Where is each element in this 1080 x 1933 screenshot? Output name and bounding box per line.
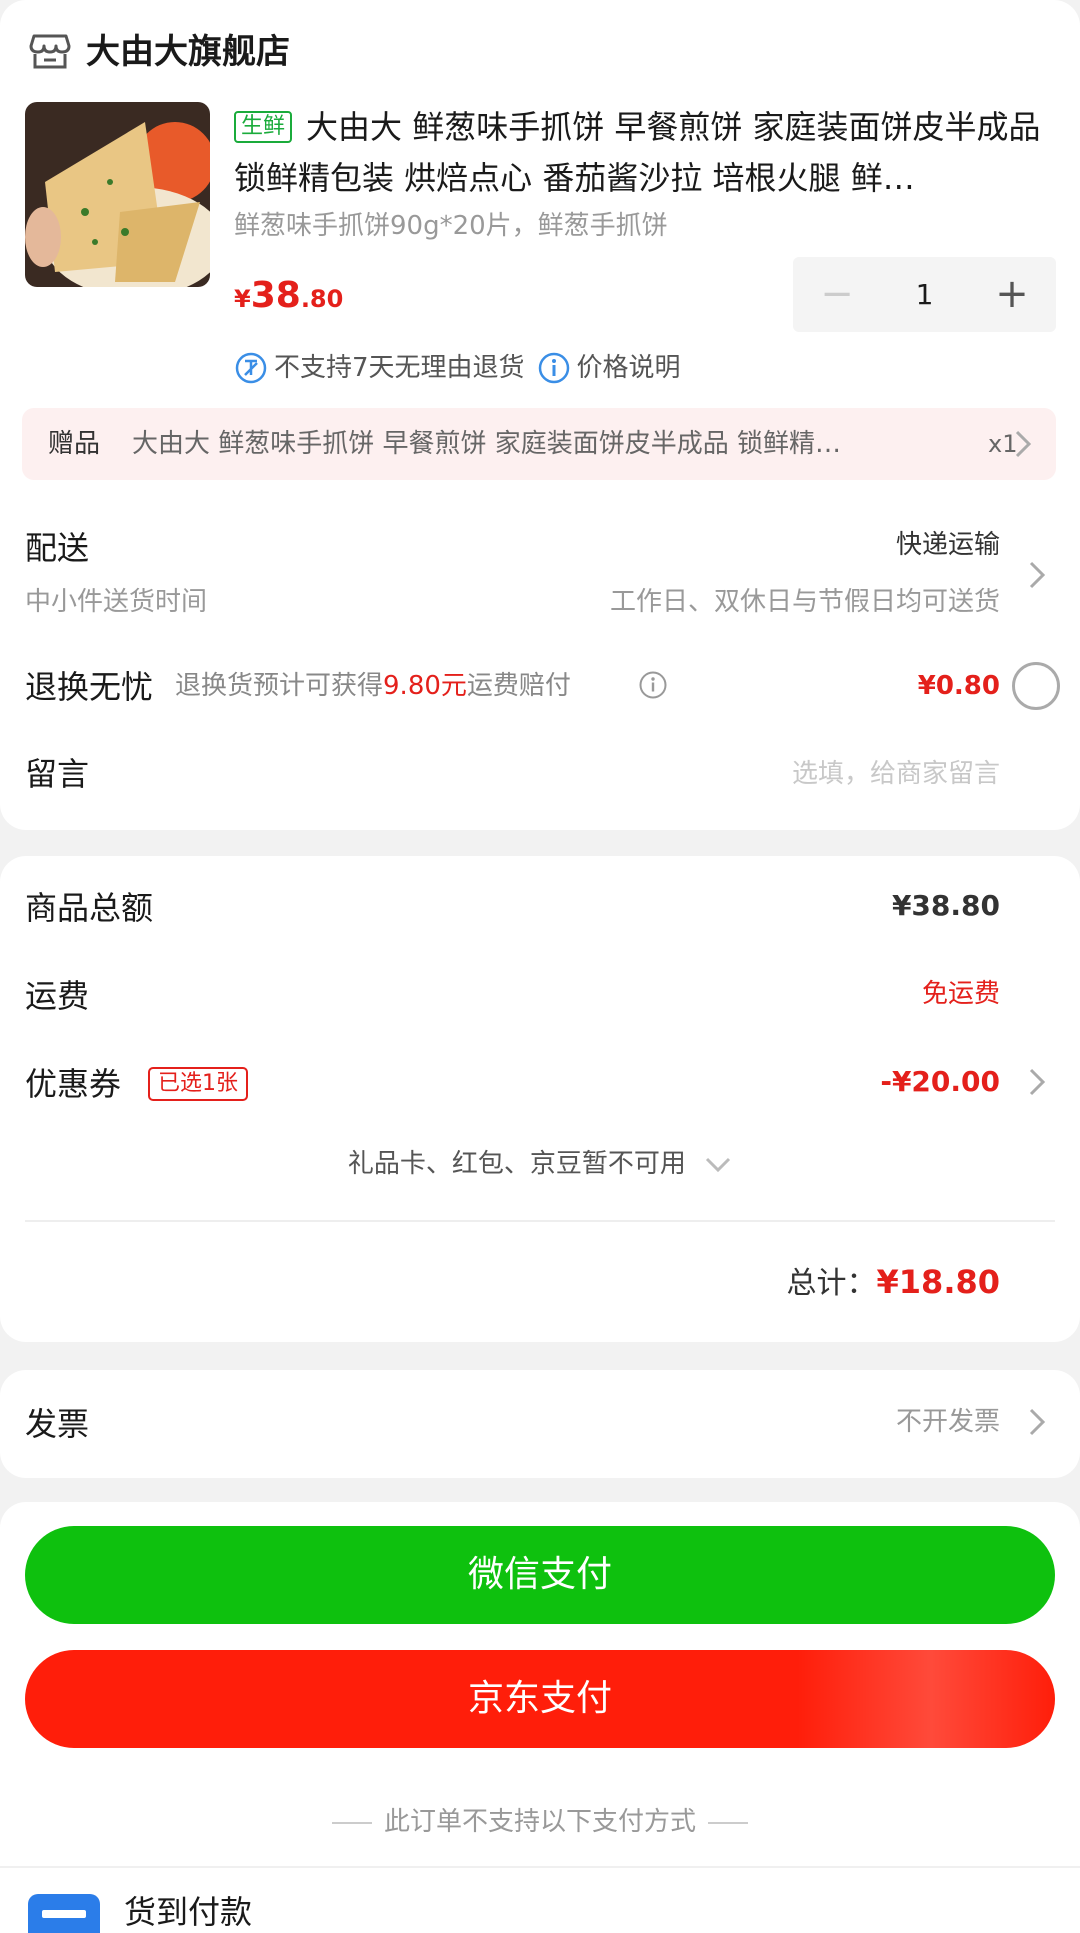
no-return-icon [235, 352, 267, 384]
return-desc-suffix: 运费赔付 [466, 671, 571, 701]
product-price: ¥38.80 [234, 272, 343, 326]
fresh-tag: 生鲜 [234, 111, 293, 143]
goods-total-value: ¥38.80 [891, 889, 1000, 922]
price-integer: 38 [250, 275, 301, 316]
divider [25, 1220, 1055, 1222]
quantity-stepper: − 1 + [793, 257, 1056, 332]
product-title[interactable]: 生鲜 大由大 鲜葱味手抓饼 早餐煎饼 家庭装面饼皮半成品 锁鲜精包装 烘焙点心 番… [234, 102, 1044, 204]
goods-total-label: 商品总额 [25, 889, 154, 927]
order-item-card: 大由大旗舰店 生鲜 大由大 鲜葱味手抓饼 早餐煎饼 家庭装面饼皮半成品 锁鲜精包装… [0, 0, 1080, 830]
total-value: ¥18.80 [876, 1263, 1000, 1301]
cash-on-delivery-label[interactable]: 货到付款 [124, 1890, 252, 1933]
unsupported-note-text: 此订单不支持以下支付方式 [383, 1807, 696, 1837]
product-title-text: 大由大 鲜葱味手抓饼 早餐煎饼 家庭装面饼皮半成品 锁鲜精包装 烘焙点心 番茄酱… [234, 108, 1041, 197]
chevron-right-icon[interactable] [1028, 1067, 1046, 1097]
product-thumbnail[interactable] [25, 102, 210, 287]
invoice-card[interactable]: 发票 不开发票 [0, 1370, 1080, 1478]
delivery-time[interactable]: 工作日、双休日与节假日均可送货 [610, 584, 1000, 620]
shipping-label: 运费 [25, 977, 90, 1015]
unavailable-toggle[interactable]: 礼品卡、红包、京豆暂不可用 [0, 1146, 1080, 1182]
gift-label: 赠品 [48, 429, 101, 459]
delivery-label: 配送 [25, 529, 90, 567]
divider-right [708, 1821, 748, 1824]
shop-name[interactable]: 大由大旗舰店 [86, 30, 290, 74]
unavailable-text: 礼品卡、红包、京豆暂不可用 [347, 1149, 686, 1179]
info-icon[interactable] [638, 670, 668, 700]
invoice-label: 发票 [25, 1405, 90, 1443]
no-return-text[interactable]: 不支持7天无理由退货 [274, 350, 525, 386]
return-insurance-checkbox[interactable] [1012, 662, 1060, 710]
return-desc-prefix: 退换货预计可获得 [175, 671, 384, 701]
product-notices: 不支持7天无理由退货 价格说明 [234, 350, 681, 386]
quantity-value[interactable]: 1 [881, 257, 968, 332]
coupon-badge[interactable]: 已选1张 [148, 1067, 248, 1101]
chevron-right-icon [1029, 1408, 1046, 1436]
delivery-sub-label: 中小件送货时间 [25, 587, 208, 617]
wechat-pay-button[interactable]: 微信支付 [25, 1526, 1055, 1624]
return-insurance-label: 退换无忧 [25, 668, 154, 706]
price-decimal: .80 [300, 285, 344, 313]
gift-row[interactable]: 赠品 大由大 鲜葱味手抓饼 早餐煎饼 家庭装面饼皮半成品 锁鲜精… x1 [22, 408, 1056, 480]
price-summary-card: 商品总额 ¥38.80 运费 免运费 优惠券 已选1张 -¥20.00 礼品卡、… [0, 856, 1080, 1342]
chevron-right-icon [1015, 430, 1032, 458]
total-label: 总计： [786, 1266, 877, 1301]
message-input[interactable]: 选填，给商家留言 [792, 756, 1000, 792]
chevron-down-icon [706, 1157, 731, 1172]
message-label: 留言 [25, 755, 90, 793]
order-total: 总计：¥18.80 [787, 1260, 1000, 1306]
info-icon [538, 352, 569, 384]
divider-left [331, 1821, 372, 1824]
cash-on-delivery-icon [28, 1894, 100, 1933]
jd-pay-button[interactable]: 京东支付 [25, 1650, 1055, 1748]
increase-button[interactable]: + [968, 257, 1056, 332]
return-insurance-desc: 退换货预计可获得9.80元运费赔付 [175, 668, 571, 704]
payment-card: 微信支付 京东支付 此订单不支持以下支付方式 货到付款 [0, 1502, 1080, 1933]
invoice-value: 不开发票 [895, 1407, 1000, 1437]
delivery-method[interactable]: 快递运输 [896, 527, 1000, 563]
unsupported-payment-note: 此订单不支持以下支付方式 [0, 1804, 1080, 1840]
gift-text: 大由大 鲜葱味手抓饼 早餐煎饼 家庭装面饼皮半成品 锁鲜精… [132, 429, 842, 459]
return-insurance-price: ¥0.80 [917, 671, 1000, 701]
chevron-right-icon[interactable] [1028, 560, 1046, 590]
decrease-button[interactable]: − [793, 257, 881, 332]
coupon-label: 优惠券 [25, 1065, 122, 1103]
price-currency: ¥ [234, 285, 251, 313]
shipping-value: 免运费 [921, 979, 1000, 1009]
price-explanation-link[interactable]: 价格说明 [577, 350, 681, 386]
divider [0, 1866, 1080, 1868]
product-spec[interactable]: 鲜葱味手抓饼90g*20片，鲜葱手抓饼 [234, 208, 668, 244]
coupon-value[interactable]: -¥20.00 [880, 1064, 1000, 1100]
return-desc-amount: 9.80元 [383, 671, 467, 701]
store-icon [28, 28, 72, 72]
